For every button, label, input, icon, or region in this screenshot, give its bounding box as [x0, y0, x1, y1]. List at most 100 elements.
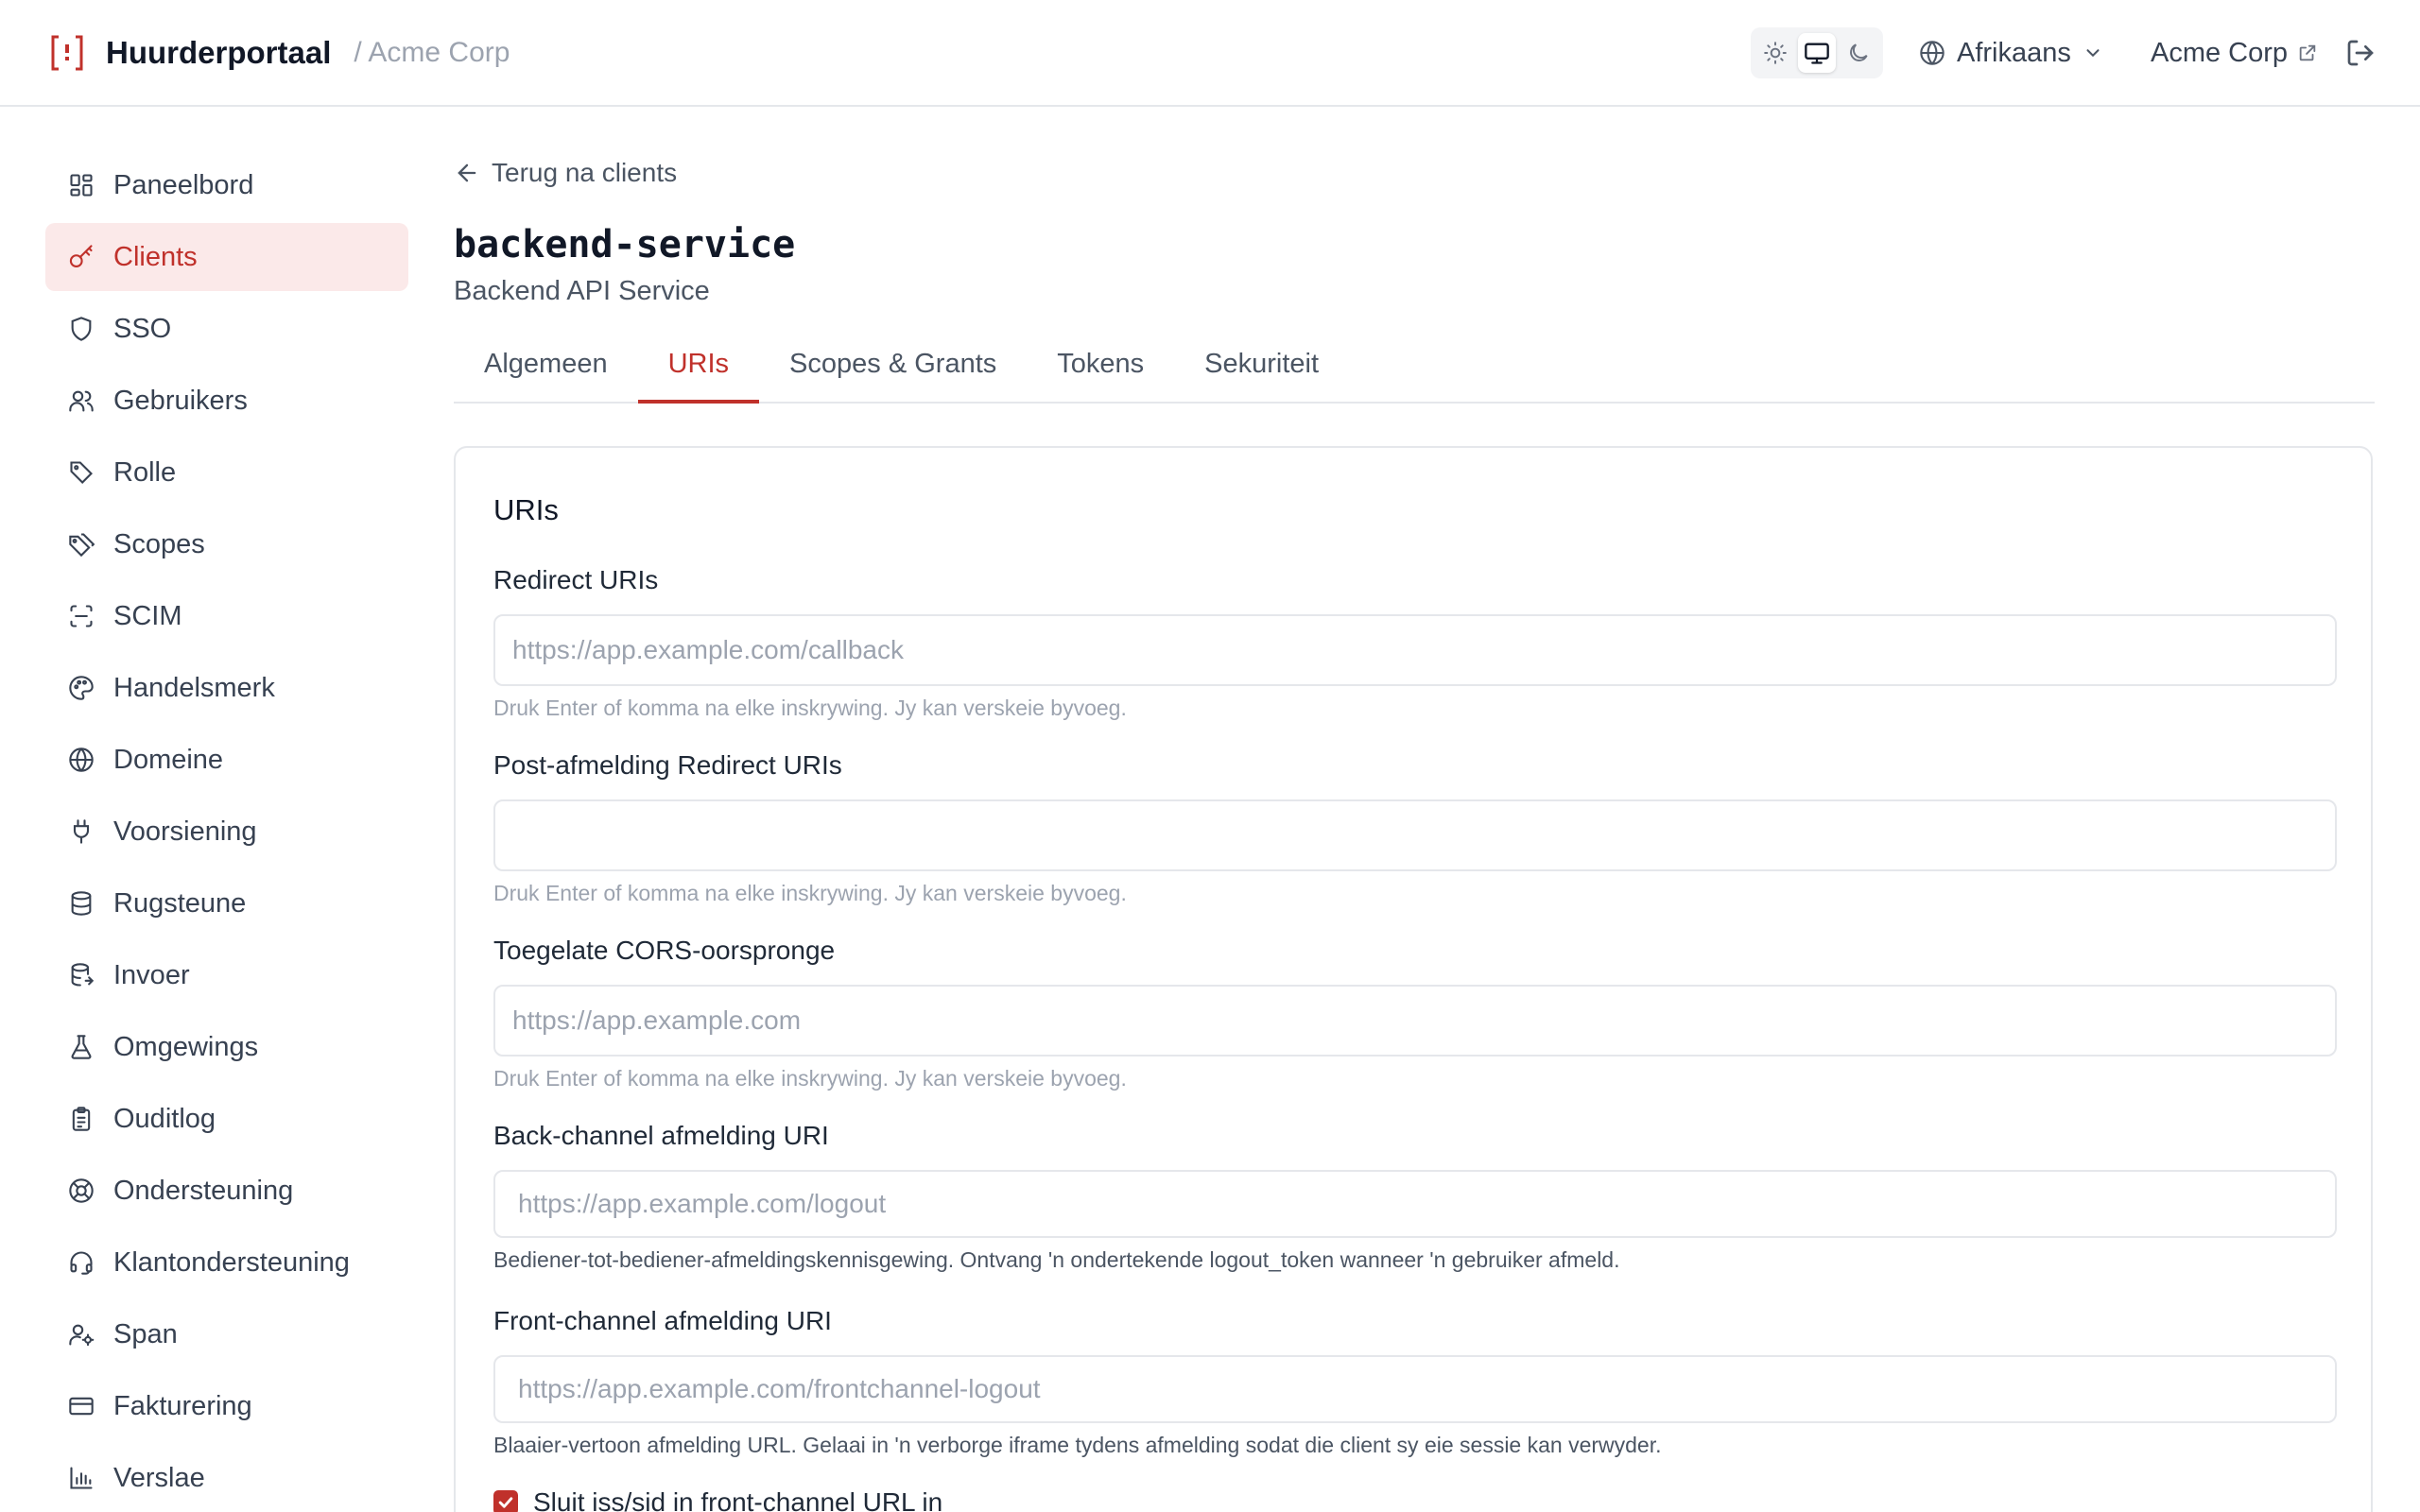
lifebuoy-icon	[66, 1176, 96, 1206]
sidebar-item-sso[interactable]: SSO	[45, 295, 408, 363]
redirect-uris-field: Redirect URIs https://app.example.com/ca…	[493, 565, 2337, 721]
sidebar-item-scim[interactable]: SCIM	[45, 582, 408, 650]
external-link-icon	[2299, 44, 2316, 61]
sidebar-item-ouditlog[interactable]: Ouditlog	[45, 1085, 408, 1153]
flask-icon	[66, 1032, 96, 1062]
tab-uris[interactable]: URIs	[637, 345, 760, 404]
sidebar-item-rolle[interactable]: Rolle	[45, 438, 408, 507]
sidebar-item-klantondersteuning[interactable]: Klantondersteuning	[45, 1228, 408, 1297]
cors-origins-input[interactable]: https://app.example.com	[493, 985, 2337, 1057]
app-name: Huurderportaal	[106, 35, 332, 70]
theme-toggle	[1751, 27, 1883, 78]
bar-chart-icon	[66, 1463, 96, 1493]
redirect-uris-input[interactable]: https://app.example.com/callback	[493, 614, 2337, 686]
tab-algemeen[interactable]: Algemeen	[454, 345, 638, 404]
tab-scopes-grants[interactable]: Scopes & Grants	[759, 345, 1027, 404]
monitor-icon	[1805, 43, 1829, 64]
field-help: Bediener-tot-bediener-afmeldingskennisge…	[493, 1247, 1620, 1272]
field-label: Front-channel afmelding URI	[493, 1306, 832, 1335]
backchannel-logout-uri-input[interactable]: https://app.example.com/logout	[493, 1170, 2337, 1238]
sidebar-item-clients[interactable]: Clients	[45, 223, 408, 291]
plug-icon	[66, 816, 96, 847]
include-iss-sid-option[interactable]: Sluit iss/sid in front-channel URL in	[493, 1487, 942, 1512]
language-label: Afrikaans	[1957, 37, 2071, 68]
tag-icon	[66, 457, 96, 488]
backchannel-logout-uri-field: Back-channel afmelding URI https://app.e…	[493, 1121, 2337, 1273]
tenant-external-link[interactable]: Acme Corp	[2151, 28, 2318, 77]
sidebar-item-rugsteune[interactable]: Rugsteune	[45, 869, 408, 937]
sidebar-item-omgewings[interactable]: Omgewings	[45, 1013, 408, 1081]
sidebar-item-span[interactable]: Span	[45, 1300, 408, 1368]
post-logout-redirect-uris-field: Post-afmelding Redirect URIs Druk Enter …	[493, 750, 2337, 906]
sidebar-item-label: Span	[113, 1318, 178, 1349]
scan-icon	[66, 601, 96, 631]
checkbox-label: Sluit iss/sid in front-channel URL in	[533, 1487, 943, 1512]
sidebar-item-paneelbord[interactable]: Paneelbord	[45, 151, 408, 219]
clipboard-icon	[66, 1104, 96, 1134]
light-theme-button[interactable]	[1756, 33, 1794, 73]
card-title: URIs	[493, 493, 559, 526]
logout-button[interactable]	[2342, 35, 2378, 71]
tags-icon	[66, 529, 96, 559]
sidebar-item-voorsiening[interactable]: Voorsiening	[45, 798, 408, 866]
top-header: Huurderportaal / Acme Corp Afrikaans Acm…	[0, 0, 2420, 107]
sidebar-item-label: Klantondersteuning	[113, 1246, 350, 1278]
sidebar-item-label: Handelsmerk	[113, 672, 275, 703]
sidebar-item-label: Invoer	[113, 959, 190, 990]
sun-icon	[1764, 42, 1787, 64]
back-label: Terug na clients	[492, 158, 678, 187]
tab-bar: Algemeen URIs Scopes & Grants Tokens Sek…	[454, 345, 2375, 404]
sidebar-item-verslae[interactable]: Verslae	[45, 1444, 408, 1512]
tab-tokens[interactable]: Tokens	[1027, 345, 1174, 404]
brand[interactable]: Huurderportaal / Acme Corp	[49, 28, 510, 77]
system-theme-button[interactable]	[1798, 33, 1836, 73]
frontchannel-logout-uri-input[interactable]: https://app.example.com/frontchannel-log…	[493, 1355, 2337, 1423]
field-help: Druk Enter of komma na elke inskrywing. …	[493, 696, 1127, 720]
back-to-clients-link[interactable]: Terug na clients	[454, 151, 2375, 195]
tenant-breadcrumb: / Acme Corp	[354, 37, 510, 68]
headset-icon	[66, 1247, 96, 1278]
sidebar-item-label: Rugsteune	[113, 887, 247, 919]
language-selector[interactable]: Afrikaans	[1919, 28, 2103, 77]
main-content: Terug na clients backend-service Backend…	[454, 151, 2375, 1512]
sidebar-item-label: Rolle	[113, 456, 177, 488]
tenant-link-label: Acme Corp	[2151, 37, 2289, 68]
sidebar-item-gebruikers[interactable]: Gebruikers	[45, 367, 408, 435]
database-icon	[66, 888, 96, 919]
include-iss-sid-checkbox[interactable]	[493, 1490, 518, 1512]
logout-icon	[2347, 40, 2374, 66]
cors-origins-field: Toegelate CORS-oorspronge https://app.ex…	[493, 936, 2337, 1091]
field-help: Druk Enter of komma na elke inskrywing. …	[493, 881, 1127, 905]
field-help: Blaaier-vertoon afmelding URL. Gelaai in…	[493, 1433, 1662, 1457]
field-label: Back-channel afmelding URI	[493, 1121, 829, 1150]
field-label: Toegelate CORS-oorspronge	[493, 936, 836, 965]
globe-icon	[1920, 41, 1945, 65]
credit-card-icon	[66, 1391, 96, 1421]
sidebar-item-label: Verslae	[113, 1462, 205, 1493]
chevron-down-icon	[2086, 49, 2100, 58]
sidebar-item-label: Domeine	[113, 744, 224, 775]
sidebar-item-label: Clients	[113, 241, 198, 272]
sidebar-item-label: Omgewings	[113, 1031, 259, 1062]
field-label: Post-afmelding Redirect URIs	[493, 750, 842, 780]
brand-logo-icon	[51, 35, 83, 71]
sidebar-item-label: Scopes	[113, 528, 205, 559]
sidebar-item-domeine[interactable]: Domeine	[45, 726, 408, 794]
sidebar-item-scopes[interactable]: Scopes	[45, 510, 408, 578]
post-logout-redirect-uris-input[interactable]	[493, 799, 2337, 871]
sidebar-item-handelsmerk[interactable]: Handelsmerk	[45, 654, 408, 722]
sidebar-item-ondersteuning[interactable]: Ondersteuning	[45, 1157, 408, 1225]
moon-icon	[1850, 43, 1868, 61]
field-help: Druk Enter of komma na elke inskrywing. …	[493, 1066, 1127, 1091]
globe-icon	[66, 745, 96, 775]
key-icon	[66, 242, 96, 272]
sidebar-item-fakturering[interactable]: Fakturering	[45, 1372, 408, 1440]
sidebar-item-invoer[interactable]: Invoer	[45, 941, 408, 1009]
user-cog-icon	[66, 1319, 96, 1349]
shield-icon	[66, 314, 96, 344]
sidebar-item-label: SCIM	[113, 600, 182, 631]
tab-sekuriteit[interactable]: Sekuriteit	[1174, 345, 1349, 404]
dark-theme-button[interactable]	[1840, 33, 1877, 73]
palette-icon	[66, 673, 96, 703]
sidebar-nav: Paneelbord Clients SSO Gebruikers Rolle …	[45, 151, 408, 1512]
